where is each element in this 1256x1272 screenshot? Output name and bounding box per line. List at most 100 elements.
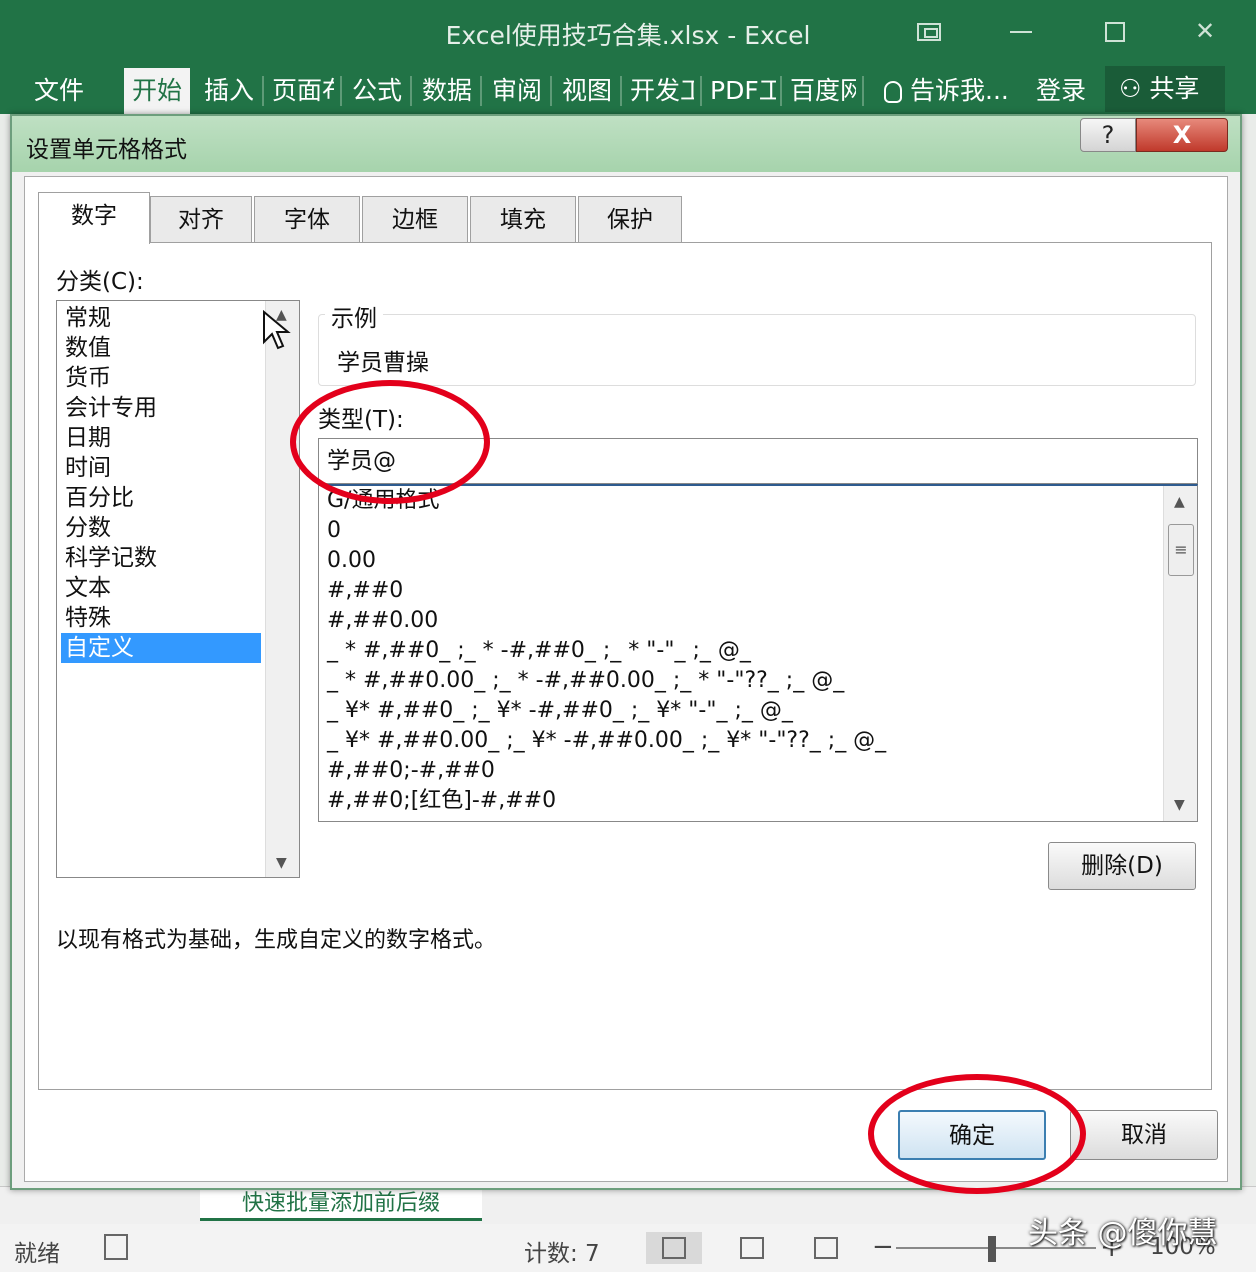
- tab-file[interactable]: 文件: [34, 68, 84, 114]
- tab-number[interactable]: 数字: [38, 192, 150, 244]
- cancel-button[interactable]: 取消: [1070, 1110, 1218, 1160]
- sheet-tab[interactable]: 快速批量添加前后缀: [200, 1187, 482, 1221]
- format-code-item[interactable]: 0: [327, 516, 341, 546]
- mouse-pointer-icon: [262, 309, 292, 354]
- tab-separator: [262, 76, 264, 106]
- category-item[interactable]: 时间: [61, 453, 261, 483]
- scroll-thumb[interactable]: ≡: [1168, 524, 1194, 576]
- tab-formulas[interactable]: 公式: [352, 68, 402, 114]
- maximize-icon[interactable]: [1090, 12, 1140, 50]
- tab-view[interactable]: 视图: [562, 68, 612, 114]
- login-link[interactable]: 登录: [1036, 68, 1086, 114]
- macro-record-icon[interactable]: [104, 1234, 128, 1260]
- help-button[interactable]: ?: [1080, 118, 1136, 152]
- format-code-item[interactable]: _ * #,##0_ ;_ * -#,##0_ ;_ * "-"_ ;_ @_: [327, 636, 751, 666]
- delete-button[interactable]: 删除(D): [1048, 842, 1196, 890]
- watermark: 头条 @傻你慧: [1028, 1216, 1218, 1251]
- type-label: 类型(T):: [318, 407, 404, 433]
- tab-protection[interactable]: 保护: [578, 196, 682, 242]
- tab-home[interactable]: 开始: [124, 68, 191, 114]
- dialog-close-button[interactable]: X: [1136, 118, 1228, 152]
- scroll-down-arrow-icon[interactable]: ▼: [1174, 797, 1185, 813]
- category-item[interactable]: 文本: [61, 573, 261, 603]
- category-item[interactable]: 常规: [61, 303, 261, 333]
- format-code-item[interactable]: _ ¥* #,##0_ ;_ ¥* -#,##0_ ;_ ¥* "-"_ ;_ …: [327, 696, 793, 726]
- format-list-scrollbar[interactable]: ▲ ≡ ▼: [1163, 486, 1197, 821]
- page-layout-icon: [740, 1237, 764, 1259]
- tab-font[interactable]: 字体: [254, 196, 360, 242]
- tab-separator: [862, 76, 864, 106]
- tab-data[interactable]: 数据: [422, 68, 472, 114]
- format-code-item[interactable]: _ ¥* #,##0.00_ ;_ ¥* -#,##0.00_ ;_ ¥* "-…: [327, 726, 886, 756]
- dialog-title: 设置单元格格式: [26, 137, 187, 163]
- page-break-icon: [814, 1237, 838, 1259]
- type-input[interactable]: 学员@: [318, 438, 1198, 484]
- normal-view-button[interactable]: [646, 1232, 702, 1264]
- page-break-view-button[interactable]: [798, 1232, 854, 1264]
- tab-border[interactable]: 边框: [362, 196, 468, 242]
- grid-icon: [662, 1237, 686, 1259]
- category-item[interactable]: 货币: [61, 363, 261, 393]
- ok-button[interactable]: 确定: [898, 1110, 1046, 1160]
- tab-alignment[interactable]: 对齐: [150, 196, 252, 242]
- format-code-item[interactable]: #,##0: [327, 576, 403, 606]
- sample-label: 示例: [325, 299, 383, 333]
- tab-insert[interactable]: 插入: [204, 68, 254, 114]
- format-cells-dialog: 设置单元格格式 ? X 数字 对齐 字体 边框 填充 保护 分类(C): 常规 …: [10, 114, 1242, 1194]
- lightbulb-icon: [884, 81, 902, 103]
- format-code-item[interactable]: #,##0.00: [327, 606, 438, 636]
- format-code-list[interactable]: G/通用格式 0 0.00 #,##0 #,##0.00 _ * #,##0_ …: [318, 484, 1198, 822]
- tab-separator: [550, 76, 552, 106]
- category-item[interactable]: 分数: [61, 513, 261, 543]
- page-layout-view-button[interactable]: [724, 1232, 780, 1264]
- tab-fill[interactable]: 填充: [470, 196, 576, 242]
- minimize-icon[interactable]: [996, 12, 1046, 50]
- category-listbox[interactable]: 常规 数值 货币 会计专用 日期 时间 百分比 分数 科学记数 文本 特殊 自定…: [56, 300, 300, 878]
- tab-separator: [780, 76, 782, 106]
- sample-value: 学员曹操: [337, 350, 429, 376]
- tell-me-text: 告诉我...: [910, 76, 1009, 105]
- tab-separator: [340, 76, 342, 106]
- format-code-item[interactable]: #,##0;[红色]-#,##0: [327, 786, 556, 816]
- tab-separator: [480, 76, 482, 106]
- category-item[interactable]: 百分比: [61, 483, 261, 513]
- tab-separator: [700, 76, 702, 106]
- tab-separator: [620, 76, 622, 106]
- tell-me-box[interactable]: 告诉我...: [884, 68, 1009, 114]
- category-item[interactable]: 特殊: [61, 603, 261, 633]
- tab-page-layout[interactable]: 页面布: [272, 68, 334, 114]
- dialog-titlebar[interactable]: 设置单元格格式 ? X: [12, 116, 1240, 172]
- format-code-item[interactable]: 0.00: [327, 546, 376, 576]
- person-icon: ⚇: [1119, 74, 1150, 103]
- scroll-up-arrow-icon[interactable]: ▲: [1174, 494, 1185, 510]
- tab-developer[interactable]: 开发工: [630, 68, 694, 114]
- hint-text: 以现有格式为基础，生成自定义的数字格式。: [56, 928, 497, 953]
- scroll-down-arrow-icon[interactable]: ▼: [276, 855, 287, 871]
- ribbon-tabs: 文件 开始 插入 页面布 公式 数据 审阅 视图 开发工 PDF工 百度网 告诉…: [0, 62, 1256, 114]
- tab-baidu-netdisk[interactable]: 百度网: [790, 68, 856, 114]
- category-item[interactable]: 数值: [61, 333, 261, 363]
- share-label: 共享: [1149, 74, 1200, 103]
- status-ready: 就绪: [14, 1241, 60, 1267]
- close-window-icon[interactable]: ✕: [1180, 12, 1230, 50]
- category-item[interactable]: 会计专用: [61, 393, 261, 423]
- tab-review[interactable]: 审阅: [492, 68, 542, 114]
- format-code-item[interactable]: #,##0;-#,##0: [327, 756, 495, 786]
- format-code-item[interactable]: G/通用格式: [327, 486, 439, 516]
- excel-titlebar: Excel使用技巧合集.xlsx - Excel ✕: [0, 0, 1256, 62]
- category-item[interactable]: 日期: [61, 423, 261, 453]
- format-code-item[interactable]: _ * #,##0.00_ ;_ * -#,##0.00_ ;_ * "-"??…: [327, 666, 844, 696]
- category-item-selected[interactable]: 自定义: [61, 633, 261, 663]
- window-title: Excel使用技巧合集.xlsx - Excel: [445, 21, 811, 50]
- category-item[interactable]: 科学记数: [61, 543, 261, 573]
- ribbon-display-options-icon[interactable]: [904, 12, 954, 50]
- zoom-slider-thumb[interactable]: [988, 1236, 996, 1262]
- category-scrollbar[interactable]: ▲ ▼: [265, 301, 299, 877]
- zoom-out-button[interactable]: −: [872, 1232, 894, 1262]
- share-button[interactable]: ⚇ 共享: [1105, 66, 1225, 112]
- status-count: 计数: 7: [524, 1241, 600, 1267]
- sample-groupbox: 示例 学员曹操: [318, 299, 1196, 386]
- tab-pdf-tools[interactable]: PDF工: [710, 68, 776, 114]
- tab-separator: [410, 76, 412, 106]
- category-label: 分类(C):: [56, 269, 144, 295]
